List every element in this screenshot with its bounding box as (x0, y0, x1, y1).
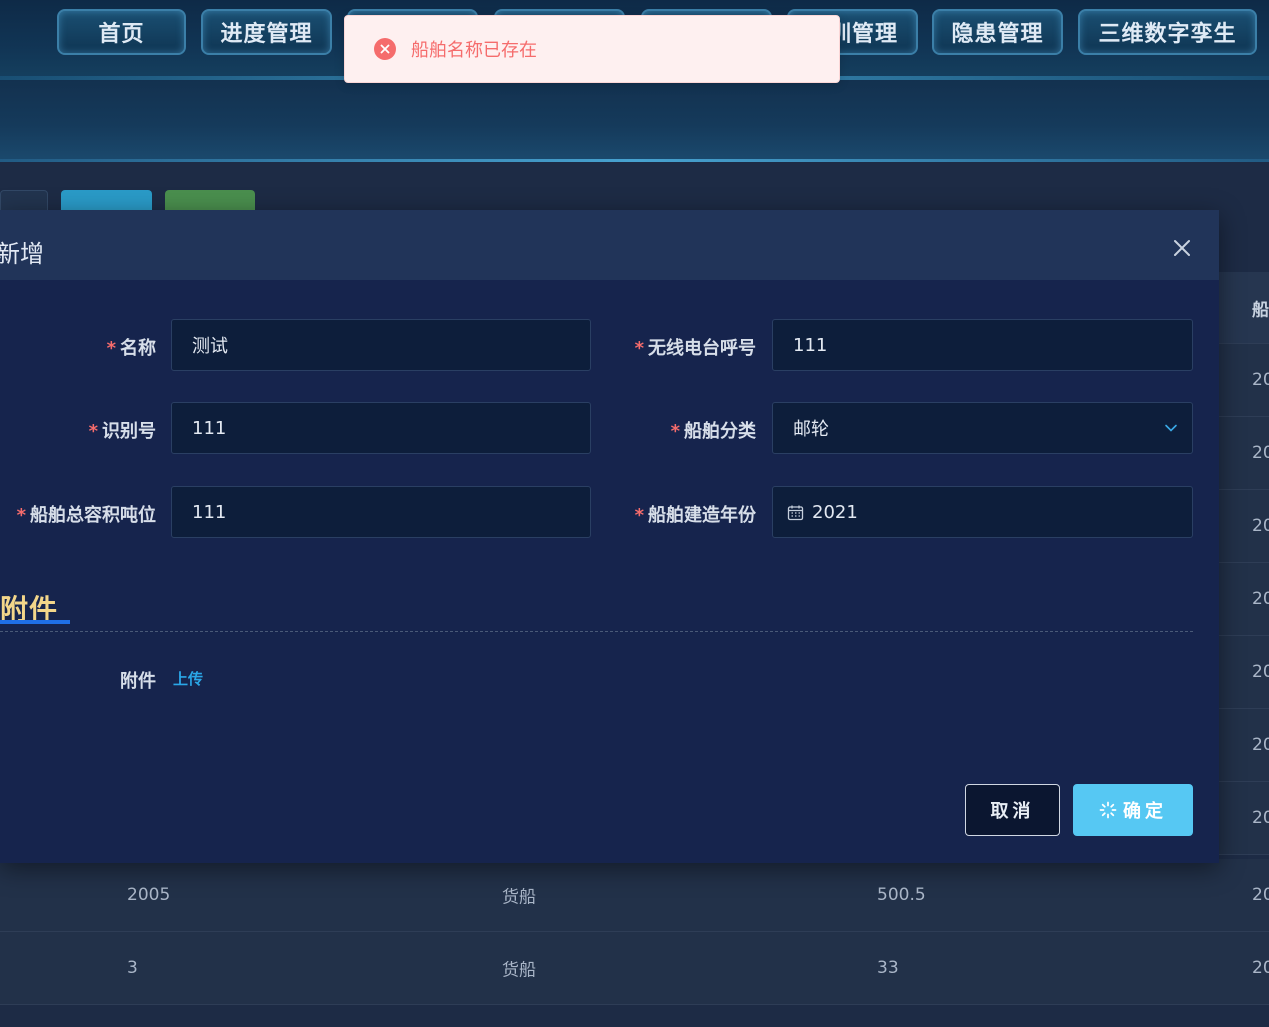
table-cell: 货船 (502, 887, 536, 908)
nav-item-progress[interactable]: 进度管理 (201, 9, 332, 55)
close-icon[interactable] (1172, 238, 1192, 258)
attachment-label: 附件 (120, 671, 156, 692)
toast-message: 船舶名称已存在 (411, 40, 537, 61)
build-year-picker[interactable]: 2021 (772, 486, 1193, 538)
radio-call-label: * 无线电台呼号 (634, 338, 756, 359)
radio-call-input[interactable]: 111 (772, 319, 1193, 371)
name-label: * 名称 (106, 338, 156, 359)
table-row[interactable]: 3 货船 33 20 (0, 932, 1269, 1005)
id-number-input[interactable]: 111 (171, 402, 591, 454)
table-cell: 20 (1252, 443, 1269, 463)
section-divider (0, 631, 1193, 632)
confirm-button[interactable]: 确定 (1073, 784, 1193, 836)
table-cell: 2005 (127, 885, 171, 905)
calendar-icon (787, 505, 804, 520)
table-cell: 33 (877, 958, 899, 978)
error-toast: 船舶名称已存在 (344, 15, 840, 83)
error-circle-icon (374, 38, 396, 60)
table-header-cell: 船 (1252, 300, 1269, 320)
table-cell: 20 (1252, 735, 1269, 755)
nav-item-digital-twin[interactable]: 三维数字孪生 (1078, 9, 1257, 55)
id-number-label: * 识别号 (88, 421, 156, 442)
upload-link[interactable]: 上传 (173, 668, 203, 689)
add-ship-dialog: 新增 * 名称 测试 * 无线电台呼号 111 * 识别号 111 * 船舶分类 邮轮 … (0, 210, 1219, 863)
table-cell: 20 (1252, 958, 1269, 978)
sub-banner (0, 80, 1269, 162)
ship-type-label: * 船舶分类 (670, 421, 756, 442)
table-row[interactable]: 2005 货船 500.5 20 (0, 859, 1269, 932)
section-underline (0, 620, 70, 624)
build-year-value: 2021 (812, 501, 858, 523)
table-cell: 20 (1252, 885, 1269, 905)
table-cell: 500.5 (877, 885, 926, 905)
build-year-label: * 船舶建造年份 (634, 505, 756, 526)
gross-tonnage-label: * 船舶总容积吨位 (16, 505, 156, 526)
table-cell: 20 (1252, 589, 1269, 609)
gross-tonnage-input[interactable]: 111 (171, 486, 591, 538)
table-cell: 20 (1252, 808, 1269, 828)
nav-item-hazard[interactable]: 隐患管理 (932, 9, 1063, 55)
table-cell: 20 (1252, 662, 1269, 682)
cancel-button[interactable]: 取消 (965, 784, 1060, 836)
ship-type-select[interactable]: 邮轮 (772, 402, 1193, 454)
table-cell: 20 (1252, 516, 1269, 536)
table-cell: 20 (1252, 370, 1269, 390)
name-input[interactable]: 测试 (171, 319, 591, 371)
dialog-header: 新增 (0, 210, 1219, 280)
nav-item-home[interactable]: 首页 (57, 9, 186, 55)
table-cell: 3 (127, 958, 138, 978)
ship-type-value: 邮轮 (793, 419, 829, 440)
table-cell: 货船 (502, 960, 536, 981)
chevron-down-icon[interactable] (1164, 421, 1178, 435)
loading-spinner-icon (1099, 801, 1117, 819)
dialog-title: 新增 (0, 240, 44, 268)
confirm-button-label: 确定 (1123, 801, 1167, 822)
